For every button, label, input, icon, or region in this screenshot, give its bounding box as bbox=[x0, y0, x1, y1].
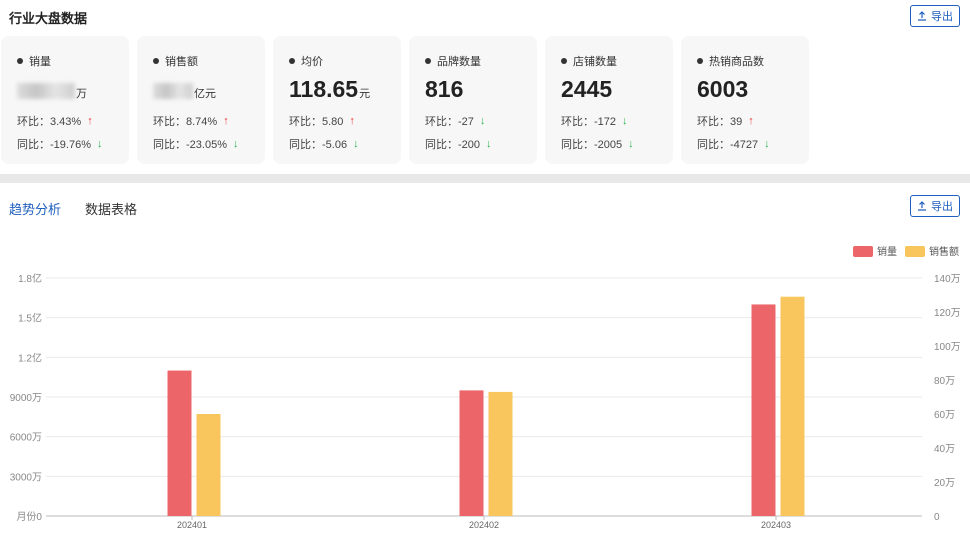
arrow-down-icon: ↓ bbox=[622, 115, 628, 127]
card-value: 816 bbox=[425, 76, 464, 102]
legend-label: 销售额 bbox=[929, 245, 959, 258]
bar-chart: 月份0 3000万 6000万 9000万 1.2亿 1.5亿 1.8亿 0 20万 40万 60万… bbox=[10, 245, 961, 530]
page-title: 行业大盘数据 bbox=[9, 11, 88, 26]
yoy-row: 同比：-2005 ↓ bbox=[561, 138, 634, 151]
bar-sales-volume bbox=[167, 370, 192, 516]
bar-sales-volume bbox=[459, 390, 484, 516]
tab-bar: 趋势分析 数据表格 bbox=[9, 199, 137, 218]
x-axis-tick-label: 202401 bbox=[177, 520, 207, 530]
arrow-up-icon: ↑ bbox=[87, 115, 93, 127]
right-axis-tick-label: 80万 bbox=[934, 376, 955, 387]
card-value: 6003 bbox=[697, 76, 749, 102]
arrow-down-icon: ↓ bbox=[96, 138, 103, 150]
x-axis-tick-label: 202402 bbox=[469, 520, 499, 530]
left-axis-tick-label: 月份0 bbox=[16, 511, 42, 523]
upload-icon bbox=[918, 11, 926, 21]
metric-cards: 销量 万 环比：3.43% ↑ 同比：-19.76% ↓ 销售额 亿元 环比：8.7… bbox=[0, 36, 970, 166]
card-brand-count: 品牌数量 816 环比：-27 ↓ 同比：-200 ↓ bbox=[409, 36, 537, 164]
legend-swatch bbox=[905, 246, 925, 257]
arrow-down-icon: ↓ bbox=[764, 138, 770, 150]
blurred-value bbox=[153, 82, 193, 99]
arrow-up-icon: ↑ bbox=[223, 115, 229, 127]
legend-label: 销量 bbox=[877, 245, 897, 258]
yoy-row: 同比：-19.76% ↓ bbox=[17, 138, 103, 151]
bar-sales-amount bbox=[196, 414, 221, 516]
card-value: 亿元 bbox=[153, 76, 216, 103]
mom-row: 环比：39 ↑ bbox=[697, 115, 754, 128]
left-axis-tick-label: 1.5亿 bbox=[18, 312, 42, 325]
yoy-row: 同比：-5.06 ↓ bbox=[289, 138, 359, 151]
arrow-down-icon: ↓ bbox=[479, 115, 486, 127]
mom-row: 环比：5.80 ↑ bbox=[289, 115, 355, 128]
card-sales-amount: 销售额 亿元 环比：8.74% ↑ 同比：-23.05% ↓ bbox=[137, 36, 265, 164]
card-value: 118.65元 bbox=[289, 76, 371, 102]
right-axis-tick-label: 60万 bbox=[934, 410, 955, 421]
card-title: 均价 bbox=[301, 56, 323, 68]
card-title: 销量 bbox=[29, 56, 51, 68]
card-title: 热销商品数 bbox=[709, 56, 764, 68]
card-value: 万 bbox=[17, 76, 87, 103]
left-axis-tick-label: 9000万 bbox=[10, 393, 42, 404]
arrow-down-icon: ↓ bbox=[628, 138, 634, 150]
bullet-icon bbox=[153, 58, 159, 64]
yoy-row: 同比：-4727 ↓ bbox=[697, 138, 770, 151]
mom-row: 环比：3.43% ↑ bbox=[17, 115, 93, 128]
right-axis-tick-label: 0 bbox=[934, 512, 940, 523]
mom-row: 环比：8.74% ↑ bbox=[153, 115, 229, 128]
x-axis-tick-label: 202403 bbox=[761, 520, 791, 530]
arrow-up-icon: ↑ bbox=[748, 115, 754, 127]
tab-trend-analysis[interactable]: 趋势分析 bbox=[9, 199, 61, 218]
bar-sales-amount bbox=[780, 296, 805, 516]
card-avg-price: 均价 118.65元 环比：5.80 ↑ 同比：-5.06 ↓ bbox=[273, 36, 401, 164]
mom-row: 环比：-172 ↓ bbox=[561, 115, 628, 128]
bullet-icon bbox=[697, 58, 703, 64]
trend-chart: 月份0 3000万 6000万 9000万 1.2亿 1.5亿 1.8亿 0 20万 40万 60万… bbox=[0, 238, 970, 536]
bullet-icon bbox=[17, 58, 23, 64]
legend-swatch bbox=[853, 246, 873, 257]
card-title: 品牌数量 bbox=[437, 56, 481, 68]
yoy-row: 同比：-200 ↓ bbox=[425, 138, 492, 151]
bullet-icon bbox=[425, 58, 431, 64]
right-axis-tick-label: 120万 bbox=[934, 308, 961, 319]
bullet-icon bbox=[289, 58, 295, 64]
left-axis-tick-label: 1.2亿 bbox=[18, 351, 42, 364]
arrow-down-icon: ↓ bbox=[486, 138, 492, 150]
left-axis-tick-label: 6000万 bbox=[10, 433, 42, 444]
blurred-value bbox=[17, 82, 75, 99]
export-label: 导出 bbox=[931, 11, 953, 23]
mom-row: 环比：-27 ↓ bbox=[425, 115, 486, 128]
card-value: 2445 bbox=[561, 76, 613, 102]
yoy-row: 同比：-23.05% ↓ bbox=[153, 138, 239, 151]
header: 行业大盘数据 导出 bbox=[0, 0, 970, 34]
tab-data-table[interactable]: 数据表格 bbox=[85, 199, 137, 218]
arrow-up-icon: ↑ bbox=[349, 115, 355, 127]
right-axis-tick-label: 20万 bbox=[934, 478, 955, 489]
upload-icon bbox=[918, 201, 926, 211]
card-sales-volume: 销量 万 环比：3.43% ↑ 同比：-19.76% ↓ bbox=[1, 36, 129, 164]
left-axis-tick-label: 3000万 bbox=[10, 472, 42, 483]
section-export-button[interactable]: 导出 bbox=[910, 195, 960, 217]
right-axis-tick-label: 40万 bbox=[934, 444, 955, 455]
section-divider bbox=[0, 174, 970, 183]
bullet-icon bbox=[561, 58, 567, 64]
card-title: 销售额 bbox=[165, 56, 198, 68]
arrow-down-icon: ↓ bbox=[232, 138, 239, 150]
right-axis-tick-label: 140万 bbox=[934, 274, 961, 285]
export-button[interactable]: 导出 bbox=[910, 5, 960, 27]
left-axis-tick-label: 1.8亿 bbox=[18, 272, 42, 285]
right-axis-tick-label: 100万 bbox=[934, 342, 961, 353]
bar-sales-amount bbox=[488, 391, 513, 516]
export-label: 导出 bbox=[931, 201, 953, 213]
card-title: 店铺数量 bbox=[573, 56, 617, 68]
card-hot-products: 热销商品数 6003 环比：39 ↑ 同比：-4727 ↓ bbox=[681, 36, 809, 164]
arrow-down-icon: ↓ bbox=[353, 138, 359, 150]
bar-sales-volume bbox=[751, 304, 776, 516]
card-shop-count: 店铺数量 2445 环比：-172 ↓ 同比：-2005 ↓ bbox=[545, 36, 673, 164]
